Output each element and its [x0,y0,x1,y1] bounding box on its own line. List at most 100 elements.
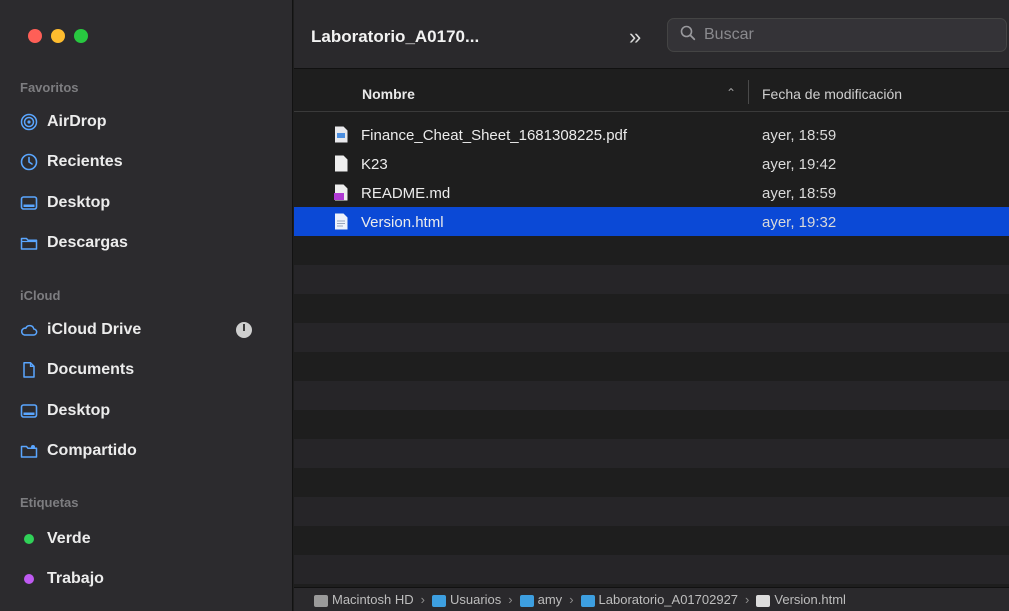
sidebar-item-label: iCloud Drive [47,321,142,338]
file-name: Finance_Cheat_Sheet_1681308225.pdf [361,127,628,144]
path-label: Macintosh HD [332,592,414,607]
section-icloud-label: iCloud [20,288,61,303]
path-label: Laboratorio_A01702927 [598,592,739,607]
empty-row [294,265,1009,294]
path-item-laboratorio[interactable]: Laboratorio_A01702927 [580,592,739,607]
sidebar-item-label: Trabajo [47,570,104,587]
toolbar: Laboratorio_A0170... » [294,0,1009,69]
sidebar-item-label: Desktop [47,402,111,419]
search-icon [680,25,696,46]
purple-tag-icon [24,574,34,584]
file-date: ayer, 19:32 [762,214,837,231]
path-separator: › [508,592,513,607]
empty-row [294,439,1009,468]
sidebar-item-compartido[interactable]: Compartido [20,437,280,465]
path-item-usuarios[interactable]: Usuarios [431,592,502,607]
sidebar-item-descargas[interactable]: Descargas [20,229,280,257]
sidebar-item-label: Verde [47,530,91,547]
window-controls [28,29,88,43]
sidebar-item-icloud-drive[interactable]: iCloud Drive [20,316,280,344]
sidebar-item-recientes[interactable]: Recientes [20,148,280,176]
close-window-button[interactable] [28,29,42,43]
sidebar-item-airdrop[interactable]: AirDrop [20,108,280,136]
sidebar-item-label: Recientes [47,153,123,170]
empty-row [294,352,1009,381]
markdown-file-icon [334,184,348,201]
document-icon [20,361,38,379]
folder-icon [580,594,595,607]
column-date-header[interactable]: Fecha de modificación [762,86,902,102]
sidebar-item-label: Descargas [47,234,128,251]
folder-icon [431,594,446,607]
sidebar-tag-trabajo[interactable]: Trabajo [20,565,280,593]
section-tags-label: Etiquetas [20,495,79,510]
file-name: Version.html [361,214,444,231]
sidebar-item-icloud-desktop[interactable]: Desktop [20,397,280,425]
search-field[interactable] [667,18,1007,52]
empty-row [294,323,1009,352]
file-date: ayer, 19:42 [762,156,837,173]
html-file-icon [334,213,348,230]
green-tag-icon [24,534,34,544]
empty-row [294,381,1009,410]
sort-ascending-icon[interactable]: ⌃ [726,86,736,100]
file-row-selected[interactable]: Version.html ayer, 19:32 [294,207,1009,236]
file-date: ayer, 18:59 [762,127,837,144]
path-item-macintosh-hd[interactable]: Macintosh HD [314,592,414,607]
airdrop-icon [20,113,38,131]
empty-row [294,410,1009,439]
empty-row [294,236,1009,265]
section-favorites-label: Favoritos [20,80,79,95]
sidebar-item-label: AirDrop [47,113,107,130]
file-icon [756,594,771,607]
empty-row [294,294,1009,323]
document-file-icon [334,155,348,172]
sidebar-item-desktop[interactable]: Desktop [20,189,280,217]
shared-folder-icon [20,442,38,460]
clock-icon [20,153,38,171]
empty-row [294,468,1009,497]
desktop-icon [20,402,38,420]
path-item-amy[interactable]: amy [519,592,563,607]
path-label: Version.html [774,592,846,607]
file-date: ayer, 18:59 [762,185,837,202]
path-separator: › [569,592,574,607]
sidebar: Favoritos AirDrop Recientes Desktop Desc… [0,0,293,611]
sidebar-item-label: Documents [47,361,135,378]
folder-icon [519,594,534,607]
finder-main: Laboratorio_A0170... » Nombre ⌃ Fecha de… [294,0,1009,611]
empty-row [294,526,1009,555]
path-separator: › [745,592,750,607]
toolbar-overflow-button[interactable]: » [629,24,641,50]
column-divider[interactable] [748,80,749,104]
sidebar-item-documents[interactable]: Documents [20,356,280,384]
file-row[interactable]: README.md ayer, 18:59 [294,178,1009,207]
window-title: Laboratorio_A0170... [311,27,480,46]
sidebar-tag-verde[interactable]: Verde [20,525,280,553]
path-separator: › [420,592,425,607]
sidebar-item-label: Compartido [47,442,137,459]
pdf-file-icon [334,126,348,143]
desktop-icon [20,194,38,212]
path-item-version-html[interactable]: Version.html [756,592,846,607]
file-row[interactable]: Finance_Cheat_Sheet_1681308225.pdf ayer,… [294,120,1009,149]
file-row[interactable]: K23 ayer, 19:42 [294,149,1009,178]
sidebar-item-label: Desktop [47,194,111,211]
cloud-icon [20,321,38,339]
zoom-window-button[interactable] [74,29,88,43]
file-name: README.md [361,185,451,202]
sync-progress-icon [236,322,252,338]
empty-row [294,555,1009,584]
disk-icon [314,594,328,607]
file-name: K23 [361,156,388,173]
path-bar: Macintosh HD › Usuarios › amy › Laborato… [294,587,1009,611]
file-list: Finance_Cheat_Sheet_1681308225.pdf ayer,… [294,120,1009,585]
column-header: Nombre ⌃ Fecha de modificación [294,70,1009,112]
path-label: amy [537,592,563,607]
empty-row [294,497,1009,526]
minimize-window-button[interactable] [51,29,65,43]
column-name-header[interactable]: Nombre [362,86,415,102]
path-label: Usuarios [449,592,502,607]
folder-icon [20,234,38,252]
search-input[interactable] [704,26,984,44]
